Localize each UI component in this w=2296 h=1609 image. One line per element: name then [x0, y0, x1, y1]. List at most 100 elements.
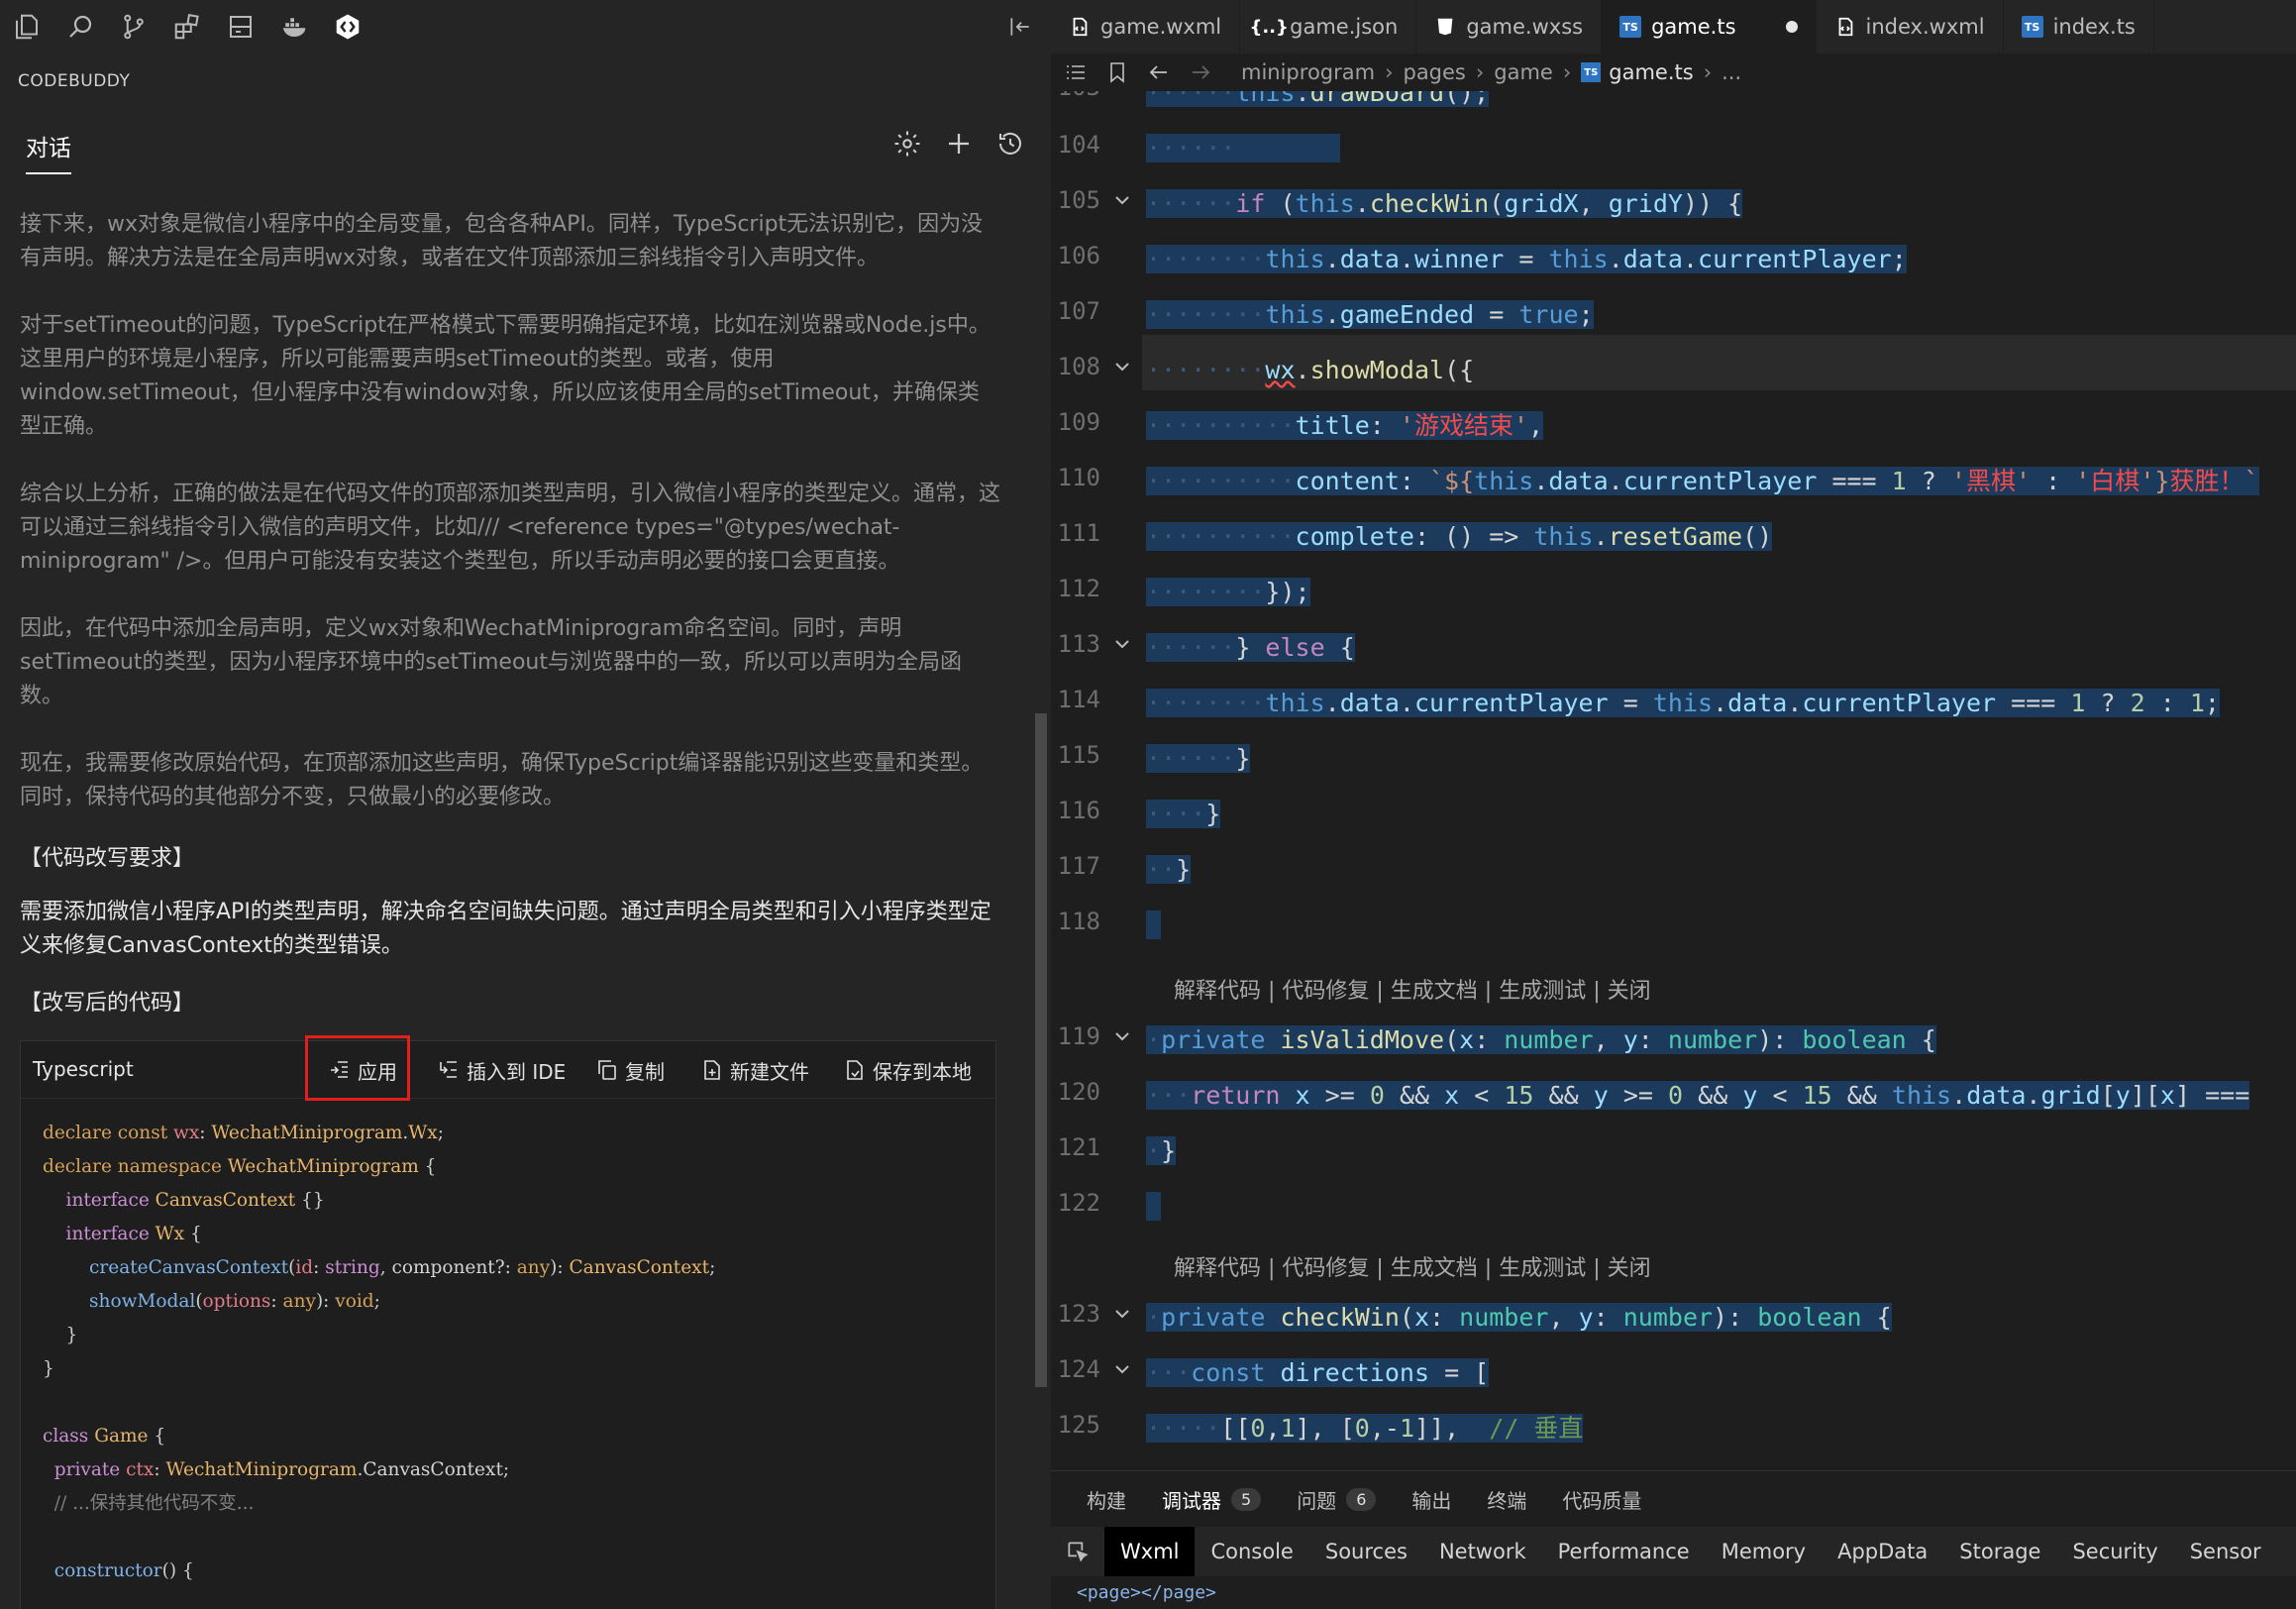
- devtools-tab-performance[interactable]: Performance: [1542, 1527, 1706, 1576]
- save-local-button[interactable]: 保存到本地: [843, 1053, 972, 1087]
- devtools-tab-storage[interactable]: Storage: [1943, 1527, 2056, 1576]
- fold-chevron-icon[interactable]: [1112, 357, 1132, 376]
- code-line: ········wx.showModal({: [1146, 356, 1475, 384]
- search-icon[interactable]: [53, 0, 107, 54]
- code-line: ··········complete: () => this.resetGame…: [1146, 522, 1773, 551]
- tab-output[interactable]: 输出: [1411, 1485, 1451, 1514]
- fold-chevron-icon[interactable]: [1112, 634, 1132, 654]
- breadcrumb-item[interactable]: pages: [1403, 60, 1465, 84]
- devtools-tab-console[interactable]: Console: [1195, 1527, 1308, 1576]
- line-number: 114: [1057, 686, 1100, 713]
- toggle-panel-icon[interactable]: [1003, 10, 1037, 44]
- chevron-right-icon: ›: [1475, 60, 1485, 84]
- code-line: ····}: [1146, 800, 1221, 828]
- codelens-actions[interactable]: 解释代码 | 代码修复 | 生成文档 | 生成测试 | 关闭: [1174, 973, 1651, 1005]
- devtools-tab-network[interactable]: Network: [1423, 1527, 1542, 1576]
- tab-game-json[interactable]: {..} game.json: [1240, 0, 1417, 54]
- devtools-tab-memory[interactable]: Memory: [1706, 1527, 1822, 1576]
- insert-to-ide-button[interactable]: 插入到 IDE: [437, 1053, 566, 1087]
- wxml-file-icon: [1834, 16, 1856, 38]
- tab-build[interactable]: 构建: [1087, 1485, 1126, 1514]
- outline-list-icon[interactable]: [1059, 55, 1093, 89]
- extensions-icon[interactable]: [160, 0, 214, 54]
- breadcrumb-item[interactable]: TS game.ts: [1581, 60, 1694, 84]
- code-line: ······this.drawBoard();: [1146, 91, 1490, 121]
- code-line: ······: [1146, 121, 1340, 176]
- line-number: 111: [1057, 519, 1100, 547]
- tab-index-ts[interactable]: TS index.ts: [2004, 0, 2154, 54]
- breadcrumb: miniprogram › pages › game › TS game.ts …: [1051, 54, 2296, 91]
- history-icon[interactable]: [993, 127, 1027, 161]
- line-number: 117: [1057, 852, 1100, 880]
- copy-icon: [598, 1060, 616, 1080]
- message-paragraph: 接下来，wx对象是微信小程序中的全局变量，包含各种API。同样，TypeScri…: [20, 212, 984, 270]
- code-line: ········this.gameEnded = true;: [1146, 300, 1594, 329]
- bottom-panel: 构建 调试器 5 问题 6 输出 终端 代码质量 Wxml Console Sour…: [1051, 1470, 2296, 1609]
- count-badge: 5: [1231, 1487, 1262, 1511]
- back-arrow-icon[interactable]: [1142, 55, 1176, 89]
- new-file-button[interactable]: 新建文件: [700, 1053, 809, 1087]
- inspect-element-icon[interactable]: [1051, 1527, 1104, 1576]
- tab-chat[interactable]: 对话: [26, 129, 71, 174]
- tab-debugger[interactable]: 调试器 5: [1162, 1485, 1262, 1514]
- devtools-tab-sources[interactable]: Sources: [1309, 1527, 1423, 1576]
- activity-bar: [0, 0, 1051, 54]
- requirement-heading: 【代码改写要求】: [20, 846, 195, 871]
- line-number: 119: [1057, 1022, 1100, 1050]
- line-number: 113: [1057, 630, 1100, 658]
- code-line: ······if (this.checkWin(gridX, gridY)) {: [1146, 189, 1743, 218]
- tab-game-wxss[interactable]: game.wxss: [1416, 0, 1603, 54]
- line-number: 121: [1057, 1133, 1100, 1161]
- code-line: ··········content: `${this.data.currentP…: [1146, 467, 2259, 495]
- tab-game-wxml[interactable]: game.wxml: [1051, 0, 1241, 54]
- source-control-icon[interactable]: [107, 0, 160, 54]
- devtools-tab-sensor[interactable]: Sensor: [2174, 1527, 2277, 1576]
- code-language-label: Typescript: [33, 1057, 134, 1081]
- storage-icon[interactable]: [214, 0, 267, 54]
- breadcrumb-item[interactable]: ...: [1722, 60, 1741, 84]
- fold-chevron-icon[interactable]: [1112, 1026, 1132, 1046]
- code-line: ········});: [1146, 578, 1310, 606]
- message-paragraph: 对于setTimeout的问题，TypeScript在严格模式下需要明确指定环境…: [20, 313, 991, 439]
- docker-icon[interactable]: [267, 0, 321, 54]
- fold-chevron-icon[interactable]: [1112, 190, 1132, 210]
- code-line: ······}: [1146, 744, 1251, 773]
- codelens-actions[interactable]: 解释代码 | 代码修复 | 生成文档 | 生成测试 | 关闭: [1174, 1250, 1651, 1282]
- insert-icon: [440, 1061, 457, 1078]
- chat-actions: [890, 127, 1027, 161]
- breadcrumb-item[interactable]: miniprogram: [1241, 60, 1375, 84]
- tab-terminal[interactable]: 终端: [1487, 1485, 1526, 1514]
- devtools-tab-wxml[interactable]: Wxml: [1104, 1527, 1196, 1576]
- line-number: 104: [1057, 131, 1100, 159]
- fold-chevron-icon[interactable]: [1112, 1359, 1132, 1379]
- line-number: 110: [1057, 464, 1100, 491]
- copy-button[interactable]: 复制: [595, 1053, 665, 1087]
- code-line: [1146, 898, 1162, 953]
- devtools-tab-security[interactable]: Security: [2056, 1527, 2173, 1576]
- bookmark-icon[interactable]: [1100, 55, 1134, 89]
- new-chat-plus-icon[interactable]: [942, 127, 976, 161]
- unsaved-dot-icon[interactable]: [1785, 21, 1798, 33]
- apply-button-highlight: [305, 1035, 410, 1101]
- chat-scrollbar[interactable]: [1035, 713, 1047, 1387]
- breadcrumb-item[interactable]: game: [1494, 60, 1553, 84]
- forward-arrow-icon[interactable]: [1184, 55, 1217, 89]
- codebuddy-icon[interactable]: [321, 0, 374, 54]
- tab-index-wxml[interactable]: index.wxml: [1817, 0, 2004, 54]
- tab-code-quality[interactable]: 代码质量: [1562, 1485, 1641, 1514]
- wxml-page-node[interactable]: <page></page>: [1077, 1582, 1216, 1603]
- settings-gear-icon[interactable]: [890, 127, 924, 161]
- code-line: ········this.data.currentPlayer = this.d…: [1146, 689, 2220, 717]
- fold-chevron-icon[interactable]: [1112, 1304, 1132, 1324]
- code-editor[interactable]: 103 104 105 106 107 108 109 110 111 112 …: [1051, 91, 2296, 1470]
- line-number: 105: [1057, 186, 1100, 214]
- explorer-icon[interactable]: [0, 0, 53, 54]
- tab-problems[interactable]: 问题 6: [1297, 1485, 1377, 1514]
- chevron-right-icon: ›: [1703, 60, 1713, 84]
- line-number: 116: [1057, 797, 1100, 824]
- json-file-icon: {..}: [1249, 16, 1289, 38]
- tab-game-ts[interactable]: TS game.ts: [1602, 0, 1817, 54]
- code-line: ···return x >= 0 && x < 15 && y >= 0 && …: [1146, 1081, 2250, 1110]
- devtools-tab-appdata[interactable]: AppData: [1822, 1527, 1943, 1576]
- code-line: ·private checkWin(x: number, y: number):…: [1146, 1303, 1892, 1332]
